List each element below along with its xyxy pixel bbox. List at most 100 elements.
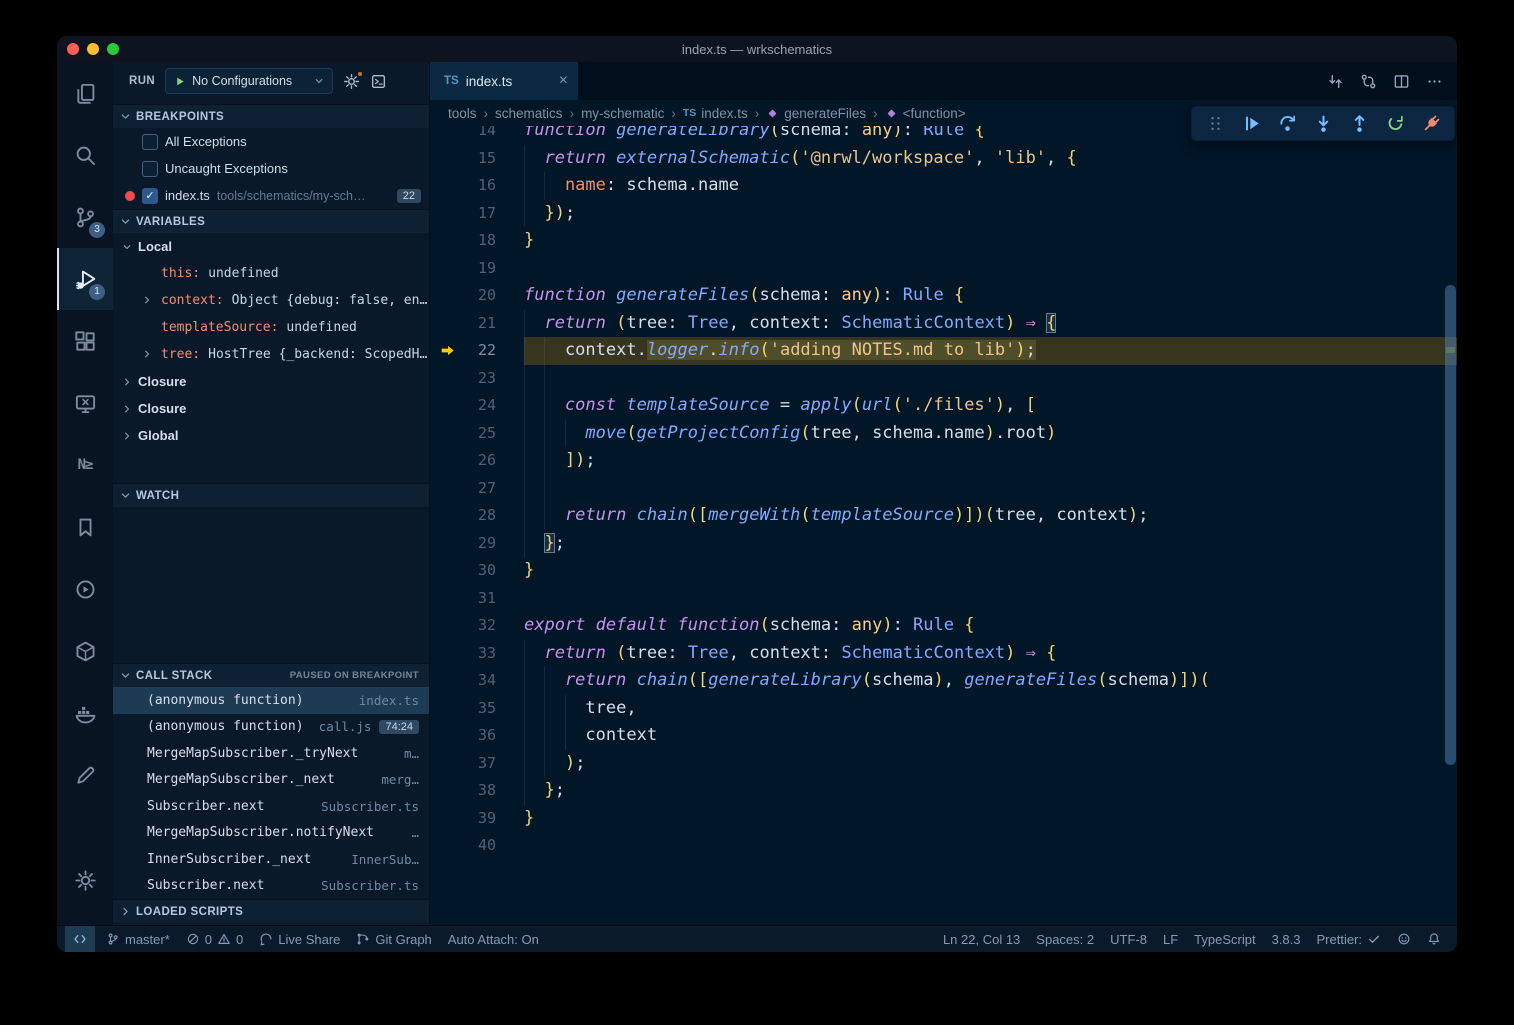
open-debug-console-button[interactable] — [370, 73, 387, 90]
activity-bar-item-explorer[interactable] — [57, 62, 113, 124]
problems[interactable]: 00 — [178, 926, 251, 952]
code-line[interactable]: 34return chain([generateLibrary(schema),… — [430, 667, 1457, 695]
continue-button[interactable] — [1234, 109, 1268, 139]
code-line[interactable]: 18} — [430, 227, 1457, 255]
step-out-button[interactable] — [1342, 109, 1376, 139]
variable-row[interactable]: context:Object {debug: false, en… — [113, 287, 429, 314]
activity-bar-item-live-server[interactable] — [57, 558, 113, 620]
activity-bar-item-source-control[interactable]: 3 — [57, 186, 113, 248]
activity-bar-item-package-explorer[interactable] — [57, 620, 113, 682]
more-actions-icon[interactable] — [1426, 73, 1443, 90]
code-line[interactable]: 20function generateFiles(schema: any): R… — [430, 282, 1457, 310]
breakpoints-header[interactable]: BREAKPOINTS — [113, 104, 429, 128]
code-line[interactable]: 21return (tree: Tree, context: Schematic… — [430, 310, 1457, 338]
variable-row[interactable]: templateSource:undefined — [113, 314, 429, 341]
code-line[interactable]: 22context.logger.info('adding NOTES.md t… — [430, 337, 1457, 365]
code-line[interactable]: 37); — [430, 750, 1457, 778]
open-changes-icon[interactable] — [1327, 73, 1344, 90]
checkbox[interactable] — [142, 134, 158, 150]
call-stack-header[interactable]: CALL STACK PAUSED ON BREAKPOINT — [113, 663, 429, 687]
loaded-scripts-header[interactable]: LOADED SCRIPTS — [113, 899, 429, 923]
breadcrumb-tools[interactable]: tools — [448, 106, 477, 121]
code-line[interactable]: 19 — [430, 255, 1457, 283]
indentation[interactable]: Spaces: 2 — [1028, 926, 1102, 952]
code-line[interactable]: 30} — [430, 557, 1457, 585]
minimize-button[interactable] — [87, 43, 99, 55]
breadcrumb-schematics[interactable]: schematics — [495, 106, 563, 121]
ts-version[interactable]: 3.8.3 — [1264, 926, 1309, 952]
step-into-button[interactable] — [1306, 109, 1340, 139]
activity-bar-item-nx-console[interactable]: N≥ — [57, 434, 113, 496]
activity-bar-item-docker[interactable] — [57, 682, 113, 744]
activity-bar-item-run-and-debug[interactable]: 1 — [57, 248, 113, 310]
tab-index-ts[interactable]: TS index.ts — [430, 62, 578, 100]
breadcrumb-index-ts[interactable]: TSindex.ts — [683, 106, 748, 121]
code-line[interactable]: 33return (tree: Tree, context: Schematic… — [430, 640, 1457, 668]
configurations-dropdown[interactable]: No Configurations — [165, 68, 333, 94]
close-button[interactable] — [67, 43, 79, 55]
code-line[interactable]: 16name: schema.name — [430, 172, 1457, 200]
code-line[interactable]: 29}; — [430, 530, 1457, 558]
drag-handle-icon[interactable] — [1198, 109, 1232, 139]
call-stack-frame[interactable]: MergeMapSubscriber._tryNextm… — [113, 740, 429, 767]
prettier[interactable]: Prettier: — [1308, 926, 1389, 952]
cursor-position[interactable]: Ln 22, Col 13 — [935, 926, 1028, 952]
code-line[interactable]: 35tree, — [430, 695, 1457, 723]
git-branch[interactable]: master* — [98, 926, 178, 952]
chevron-right-icon[interactable] — [121, 430, 133, 442]
split-editor-icon[interactable] — [1393, 73, 1410, 90]
remote-indicator[interactable] — [65, 926, 95, 952]
call-stack-frame[interactable]: MergeMapSubscriber._nextmerg… — [113, 767, 429, 794]
encoding[interactable]: UTF-8 — [1102, 926, 1155, 952]
watch-header[interactable]: WATCH — [113, 483, 429, 507]
code-line[interactable]: 36context — [430, 722, 1457, 750]
scope-row[interactable]: Closure — [113, 368, 429, 395]
call-stack-frame[interactable]: MergeMapSubscriber.notifyNext… — [113, 820, 429, 847]
variable-row[interactable]: tree:HostTree {_backend: ScopedH… — [113, 341, 429, 368]
editor-scrollbar[interactable] — [1445, 285, 1456, 765]
breadcrumb-my-schematic[interactable]: my-schematic — [581, 106, 664, 121]
compare-icon[interactable] — [1360, 73, 1377, 90]
activity-bar-item-notes[interactable] — [57, 744, 113, 806]
activity-bar-item-extensions[interactable] — [57, 310, 113, 372]
code-line[interactable]: 15return externalSchematic('@nrwl/worksp… — [430, 145, 1457, 173]
code-line[interactable]: 40 — [430, 832, 1457, 860]
activity-bar-item-manage[interactable] — [57, 849, 113, 911]
chevron-right-icon[interactable] — [141, 348, 153, 360]
step-over-button[interactable] — [1270, 109, 1304, 139]
auto-attach[interactable]: Auto Attach: On — [440, 926, 547, 952]
variables-header[interactable]: VARIABLES — [113, 209, 429, 233]
activity-bar-item-remote-explorer[interactable] — [57, 372, 113, 434]
zoom-button[interactable] — [107, 43, 119, 55]
call-stack-frame[interactable]: InnerSubscriber._nextInnerSub… — [113, 846, 429, 873]
breakpoint-item[interactable]: index.tstools/schematics/my-sch…22 — [113, 182, 429, 209]
code-line[interactable]: 32export default function(schema: any): … — [430, 612, 1457, 640]
chevron-right-icon[interactable] — [141, 294, 153, 306]
code-line[interactable]: 27 — [430, 475, 1457, 503]
call-stack-frame[interactable]: (anonymous function)index.ts — [113, 687, 429, 714]
breakpoint-item[interactable]: All Exceptions — [113, 128, 429, 155]
code-line[interactable]: 39} — [430, 805, 1457, 833]
git-graph[interactable]: Git Graph — [348, 926, 439, 952]
activity-bar-item-search[interactable] — [57, 124, 113, 186]
feedback[interactable] — [1389, 926, 1419, 952]
language-mode[interactable]: TypeScript — [1186, 926, 1263, 952]
configure-gear-button[interactable] — [343, 73, 360, 90]
scope-row[interactable]: Global — [113, 422, 429, 449]
breadcrumb-generatefiles[interactable]: generateFiles — [766, 106, 866, 121]
checkbox[interactable] — [142, 161, 158, 177]
code-line[interactable]: 26]); — [430, 447, 1457, 475]
disconnect-button[interactable] — [1414, 109, 1448, 139]
code-line[interactable]: 38}; — [430, 777, 1457, 805]
chevron-down-icon[interactable] — [121, 241, 133, 253]
start-debugging-icon[interactable] — [173, 75, 186, 88]
code-line[interactable]: 28return chain([mergeWith(templateSource… — [430, 502, 1457, 530]
checkbox[interactable] — [142, 188, 158, 204]
activity-bar-item-bookmarks[interactable] — [57, 496, 113, 558]
chevron-right-icon[interactable] — [121, 376, 133, 388]
restart-button[interactable] — [1378, 109, 1412, 139]
call-stack-frame[interactable]: Subscriber.nextSubscriber.ts — [113, 873, 429, 900]
scope-row[interactable]: Closure — [113, 395, 429, 422]
notifications[interactable] — [1419, 926, 1449, 952]
close-tab-button[interactable] — [559, 73, 568, 89]
